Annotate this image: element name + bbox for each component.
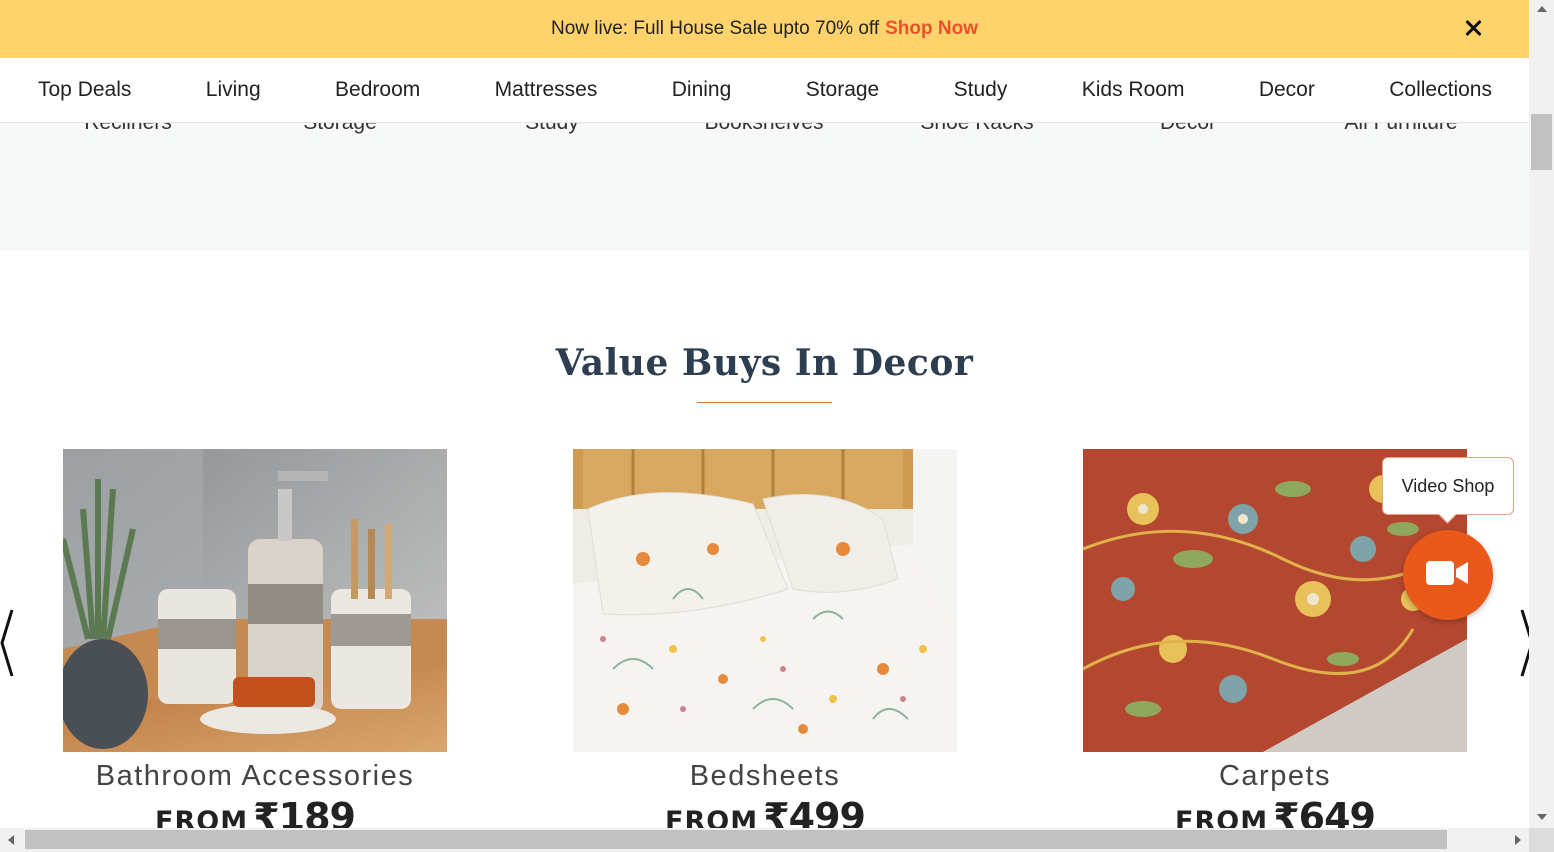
price-from-label: FROM [665, 806, 759, 828]
nav-item-dining[interactable]: Dining [672, 78, 732, 102]
price-from-label: FROM [155, 806, 249, 828]
subcategory-recliners[interactable]: Recliners [84, 123, 172, 135]
video-camera-icon [1426, 559, 1470, 592]
nav-item-mattresses[interactable]: Mattresses [495, 78, 598, 102]
card-title: Bedsheets [689, 760, 841, 792]
chevron-right-icon[interactable] [1518, 608, 1529, 678]
scroll-down-icon[interactable] [1537, 814, 1547, 820]
scroll-up-icon[interactable] [1537, 6, 1547, 12]
subcategory-bookshelves[interactable]: Bookshelves [704, 123, 823, 135]
video-shop-button[interactable] [1403, 530, 1493, 620]
horizontal-scroll-thumb[interactable] [25, 830, 1447, 849]
subcategory-all-furniture[interactable]: All Furniture [1344, 123, 1457, 135]
chevron-left-icon[interactable] [0, 608, 20, 678]
page: Now live: Full House Sale upto 70% off S… [0, 0, 1529, 828]
scrollbar-corner [1529, 828, 1554, 852]
section-title: Value Buys In Decor [555, 342, 974, 384]
shop-now-link[interactable]: Shop Now [885, 18, 978, 40]
subcategory-storage[interactable]: Storage [303, 123, 377, 135]
product-card-bedsheets[interactable]: Bedsheets FROM ₹499 [573, 449, 957, 828]
subcategory-row: Recliners Storage Study Bookshelves Shoe… [0, 123, 1529, 251]
price-from-label: FROM [1175, 806, 1269, 828]
card-title: Carpets [1218, 760, 1332, 792]
subcategory-study[interactable]: Study [525, 123, 579, 135]
subcategory-decor[interactable]: Decor [1160, 123, 1216, 135]
video-shop-label: Video Shop [1401, 475, 1495, 496]
nav-item-living[interactable]: Living [206, 78, 261, 102]
nav-item-decor[interactable]: Decor [1259, 78, 1315, 102]
scroll-left-icon[interactable] [8, 835, 14, 845]
card-price: FROM ₹649 [1083, 795, 1467, 828]
bathroom-accessories-image [63, 449, 447, 752]
card-price: FROM ₹189 [63, 795, 447, 828]
nav-item-collections[interactable]: Collections [1389, 78, 1492, 102]
video-shop-tooltip[interactable]: Video Shop [1382, 457, 1514, 515]
promo-text: Now live: Full House Sale upto 70% off [551, 18, 880, 39]
close-icon[interactable] [1459, 14, 1487, 42]
price-amount: ₹649 [1273, 795, 1376, 828]
product-card-bathroom-accessories[interactable]: Bathroom Accessories FROM ₹189 [63, 449, 447, 828]
subcategory-shoe-racks[interactable]: Shoe Racks [920, 123, 1033, 135]
price-amount: ₹499 [763, 795, 866, 828]
card-price: FROM ₹499 [573, 795, 957, 828]
scroll-right-icon[interactable] [1515, 835, 1521, 845]
vertical-scrollbar[interactable] [1529, 0, 1554, 828]
nav-item-top-deals[interactable]: Top Deals [38, 78, 131, 102]
horizontal-scrollbar[interactable] [0, 828, 1529, 852]
card-title: Bathroom Accessories [95, 760, 415, 792]
nav-item-storage[interactable]: Storage [806, 78, 880, 102]
bedsheets-image [573, 449, 957, 752]
nav-item-bedroom[interactable]: Bedroom [335, 78, 420, 102]
nav-item-kids-room[interactable]: Kids Room [1082, 78, 1185, 102]
vertical-scroll-thumb[interactable] [1531, 114, 1552, 170]
title-underline [697, 402, 832, 403]
nav-item-study[interactable]: Study [954, 78, 1008, 102]
price-amount: ₹189 [253, 795, 356, 828]
promo-banner: Now live: Full House Sale upto 70% off S… [0, 0, 1529, 58]
main-nav: Top Deals Living Bedroom Mattresses Dini… [0, 58, 1529, 123]
